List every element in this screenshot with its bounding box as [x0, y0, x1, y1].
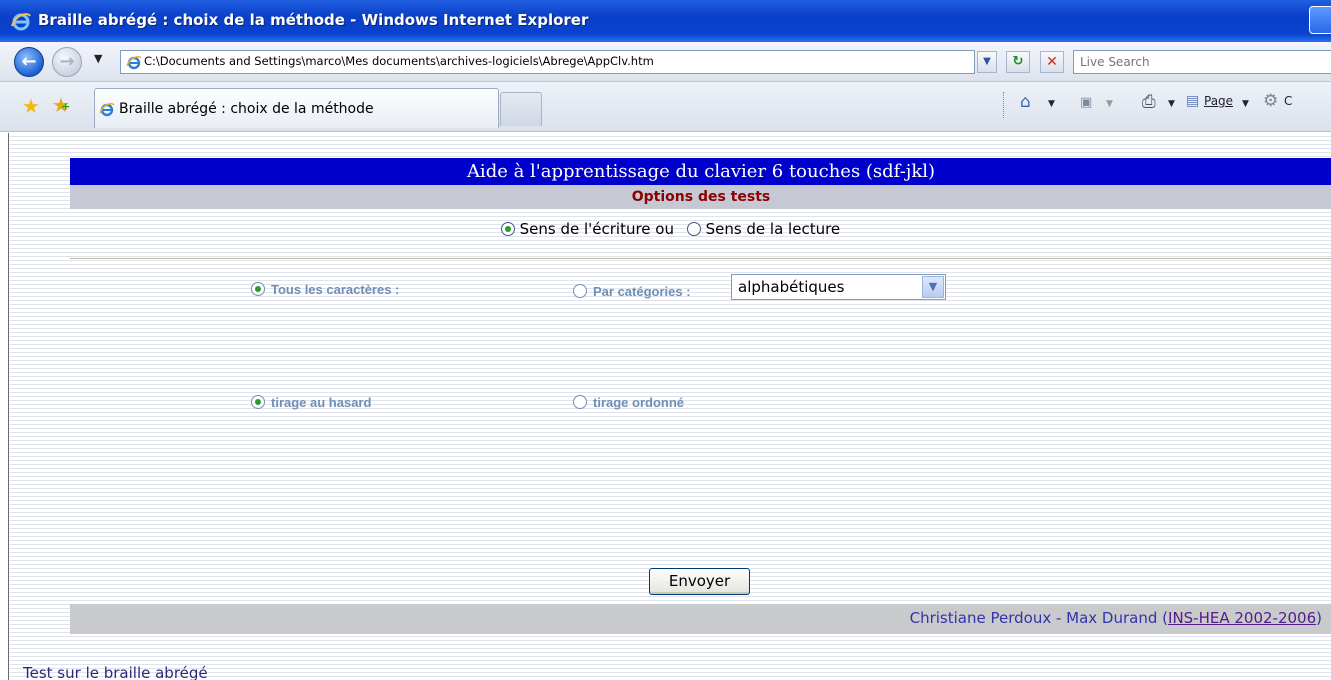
page-icon: [126, 55, 142, 70]
all-characters-label[interactable]: Tous les caractères :: [271, 282, 399, 297]
writing-direction-radio[interactable]: [500, 222, 515, 236]
tab-bar: ★ ★ + Braille abrégé : choix de la méthod…: [0, 82, 1331, 132]
credits-close: ): [1316, 609, 1322, 627]
search-box[interactable]: [1073, 50, 1331, 74]
reading-direction-radio[interactable]: [686, 222, 701, 236]
options-subheading: Options des tests: [70, 185, 1331, 209]
chevron-down-icon[interactable]: ▼: [922, 276, 944, 298]
window-title-bar[interactable]: Braille abrégé : choix de la méthode - W…: [0, 0, 1331, 42]
page-menu-icon[interactable]: ▤: [1186, 93, 1199, 109]
tab-label: Braille abrégé : choix de la méthode: [119, 101, 374, 117]
ordered-draw-radio[interactable]: [573, 395, 587, 409]
home-icon[interactable]: ⌂: [1020, 92, 1031, 112]
home-dropdown-icon[interactable]: ▼: [1048, 99, 1055, 109]
tab-braille-abrege[interactable]: Braille abrégé : choix de la méthode: [94, 88, 499, 128]
recent-pages-dropdown-icon[interactable]: ▼: [94, 52, 102, 65]
category-select[interactable]: alphabétiques ▼: [731, 274, 946, 300]
all-characters-option[interactable]: Tous les caractères :: [251, 282, 399, 297]
credits-text: Christiane Perdoux - Max Durand (: [909, 609, 1169, 627]
forward-arrow-icon: →: [59, 51, 75, 72]
address-toolbar: ← → ▼ C:\Documents and Settings\marco\Me…: [0, 42, 1331, 82]
tools-gear-icon[interactable]: ⚙: [1263, 91, 1278, 111]
new-tab-button[interactable]: [500, 92, 542, 126]
stop-button[interactable]: ✕: [1040, 51, 1064, 73]
page-dropdown-icon[interactable]: ▼: [1242, 99, 1249, 109]
random-draw-label[interactable]: tirage au hasard: [271, 395, 371, 410]
divider: [70, 258, 1331, 259]
by-category-radio[interactable]: [573, 284, 587, 298]
address-dropdown-button[interactable]: ▼: [977, 51, 997, 73]
credits-bar: Christiane Perdoux - Max Durand (INS-HEA…: [70, 604, 1331, 634]
back-arrow-icon: ←: [21, 51, 37, 72]
bottom-caption: Test sur le braille abrégé: [23, 664, 208, 680]
page-content: Aide à l'apprentissage du clavier 6 touc…: [8, 133, 1331, 680]
favorites-star-icon[interactable]: ★: [22, 94, 40, 118]
print-icon[interactable]: ⎙: [1142, 92, 1156, 112]
print-dropdown-icon[interactable]: ▼: [1168, 99, 1175, 109]
refresh-button[interactable]: ↻: [1006, 51, 1030, 73]
by-category-option[interactable]: Par catégories :: [573, 284, 691, 299]
ordered-draw-label[interactable]: tirage ordonné: [593, 395, 684, 410]
direction-options: Sens de l'écriture ou Sens de la lecture: [9, 220, 1331, 238]
credits-link[interactable]: INS-HEA 2002-2006: [1168, 609, 1316, 627]
address-url[interactable]: C:\Documents and Settings\marco\Mes docu…: [144, 54, 654, 68]
minimize-button[interactable]: [1309, 6, 1331, 34]
page-heading: Aide à l'apprentissage du clavier 6 touc…: [70, 158, 1331, 185]
feeds-icon[interactable]: ▣: [1080, 95, 1092, 110]
back-button[interactable]: ←: [14, 47, 44, 77]
feeds-dropdown-icon[interactable]: ▼: [1106, 99, 1113, 109]
reading-direction-label[interactable]: Sens de la lecture: [706, 220, 841, 238]
random-draw-option[interactable]: tirage au hasard: [251, 395, 371, 410]
window-title: Braille abrégé : choix de la méthode - W…: [38, 11, 589, 29]
ordered-draw-option[interactable]: tirage ordonné: [573, 395, 684, 410]
add-favorite-icon[interactable]: ★ +: [52, 93, 70, 117]
search-input[interactable]: [1074, 51, 1331, 73]
tools-menu[interactable]: C: [1284, 94, 1292, 108]
all-characters-radio[interactable]: [251, 282, 265, 296]
forward-button[interactable]: →: [52, 47, 82, 77]
address-field[interactable]: C:\Documents and Settings\marco\Mes docu…: [120, 50, 975, 74]
by-category-label[interactable]: Par catégories :: [593, 284, 691, 299]
writing-direction-label[interactable]: Sens de l'écriture ou: [520, 220, 674, 238]
random-draw-radio[interactable]: [251, 395, 265, 409]
tab-page-icon: [99, 102, 115, 117]
category-select-value: alphabétiques: [738, 278, 845, 296]
credits: Christiane Perdoux - Max Durand (INS-HEA…: [910, 609, 1322, 627]
ie-logo-icon: [11, 13, 31, 31]
submit-button[interactable]: Envoyer: [649, 568, 750, 595]
toolbar-separator: [1003, 92, 1005, 118]
page-menu[interactable]: Page: [1204, 94, 1233, 108]
